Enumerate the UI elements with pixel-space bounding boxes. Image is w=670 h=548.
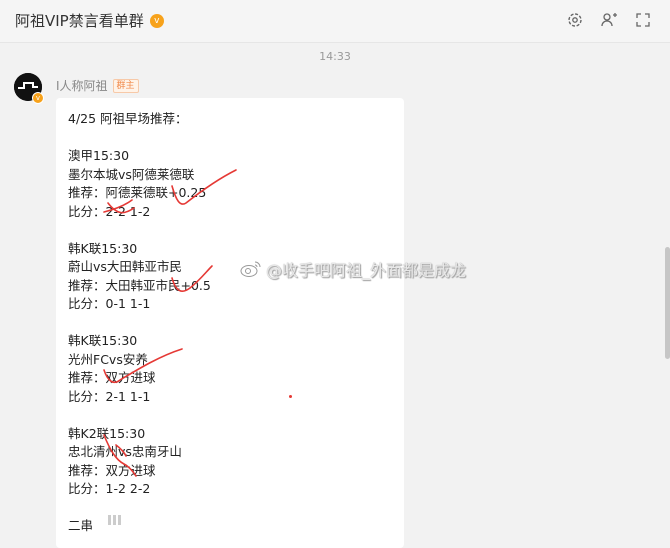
message-line: 韩K联15:30 xyxy=(68,240,138,256)
group-title: 阿祖VIP禁言看单群 v xyxy=(15,10,164,31)
add-member-icon[interactable] xyxy=(600,11,618,29)
chat-header: 阿祖VIP禁言看单群 v xyxy=(0,0,670,43)
group-name: 阿祖VIP禁言看单群 xyxy=(15,12,144,30)
message-line xyxy=(68,406,392,425)
message-line: 比分：2-1 1-1 xyxy=(68,388,151,404)
message-line: 光州FCvs安养 xyxy=(68,351,148,367)
verified-icon: v xyxy=(32,92,44,104)
message-line: 比分：1-2 2-2 xyxy=(68,481,151,496)
message-line: 推荐：双方进球 xyxy=(68,370,156,385)
message-line: 推荐：阿德莱德联+0.25 xyxy=(68,185,207,200)
message-line: 韩K2联15:30 xyxy=(68,425,146,441)
blurred-text xyxy=(108,510,123,529)
message-line: 比分：0-1 1-1 xyxy=(68,296,151,311)
vip-badge-icon: v xyxy=(149,13,164,28)
scrollbar[interactable] xyxy=(665,247,670,359)
expand-icon[interactable] xyxy=(634,11,652,29)
message-line xyxy=(68,129,392,148)
message-line: 4/25 阿祖早场推荐： xyxy=(68,111,188,126)
message-line: 推荐：双方进球 xyxy=(68,462,156,478)
weibo-logo-icon xyxy=(240,261,261,277)
message-bubble[interactable]: 4/25 阿祖早场推荐： 澳甲15:30 墨尔本城vs阿德莱德联 推荐：阿德莱德… xyxy=(56,98,404,548)
settings-icon[interactable] xyxy=(566,11,584,29)
message-timestamp: 14:33 xyxy=(319,50,351,63)
message-line: 墨尔本城vs阿德莱德联 xyxy=(68,166,195,182)
watermark-text: @收手吧阿祖_外面都是成龙 xyxy=(266,261,467,280)
message-line: 澳甲15:30 xyxy=(68,148,130,163)
watermark: @收手吧阿祖_外面都是成龙 xyxy=(240,257,466,281)
message-line: 比分：2-2 1-2 xyxy=(68,203,151,219)
message-line: 韩K联15:30 xyxy=(68,333,138,348)
message-line: 忠北清州vs忠南牙山 xyxy=(68,444,182,459)
message-line xyxy=(68,221,392,240)
message-line xyxy=(68,314,392,333)
sender-info: I人称阿祖 群主 xyxy=(56,77,139,94)
red-dot xyxy=(289,395,292,398)
role-badge: 群主 xyxy=(112,78,139,93)
sender-name[interactable]: I人称阿祖 xyxy=(56,77,108,94)
